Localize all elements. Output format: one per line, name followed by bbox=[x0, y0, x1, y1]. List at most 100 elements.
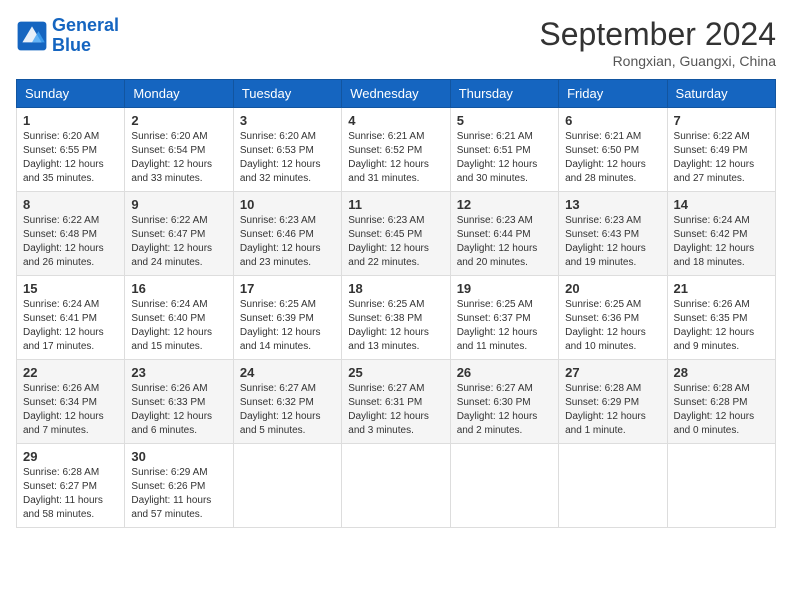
day-info: Sunrise: 6:27 AM Sunset: 6:31 PM Dayligh… bbox=[348, 382, 443, 438]
day-info: Sunrise: 6:28 AM Sunset: 6:29 PM Dayligh… bbox=[565, 382, 660, 438]
calendar-cell: 10 Sunrise: 6:23 AM Sunset: 6:46 PM Dayli… bbox=[233, 192, 341, 276]
calendar-cell: 29 Sunrise: 6:28 AM Sunset: 6:27 PM Dayli… bbox=[17, 444, 125, 528]
day-info: Sunrise: 6:24 AM Sunset: 6:42 PM Dayligh… bbox=[674, 214, 769, 270]
day-number: 24 bbox=[240, 365, 335, 380]
day-of-week-header: Monday bbox=[125, 80, 233, 108]
day-info: Sunrise: 6:21 AM Sunset: 6:50 PM Dayligh… bbox=[565, 130, 660, 186]
day-number: 30 bbox=[131, 449, 226, 464]
logo-text: General Blue bbox=[52, 16, 119, 56]
calendar-cell: 30 Sunrise: 6:29 AM Sunset: 6:26 PM Dayli… bbox=[125, 444, 233, 528]
day-number: 20 bbox=[565, 281, 660, 296]
day-number: 6 bbox=[565, 113, 660, 128]
day-of-week-header: Sunday bbox=[17, 80, 125, 108]
logo-line1: General bbox=[52, 15, 119, 35]
day-number: 12 bbox=[457, 197, 552, 212]
day-number: 28 bbox=[674, 365, 769, 380]
calendar-cell: 16Sunrise: 6:24 AM Sunset: 6:40 PM Dayli… bbox=[125, 276, 233, 360]
calendar-cell: 25 Sunrise: 6:27 AM Sunset: 6:31 PM Dayli… bbox=[342, 360, 450, 444]
day-number: 7 bbox=[674, 113, 769, 128]
day-number: 23 bbox=[131, 365, 226, 380]
calendar-week-row: 15 Sunrise: 6:24 AM Sunset: 6:41 PM Dayli… bbox=[17, 276, 776, 360]
calendar-cell: 8Sunrise: 6:22 AM Sunset: 6:48 PM Daylig… bbox=[17, 192, 125, 276]
day-info: Sunrise: 6:20 AM Sunset: 6:54 PM Dayligh… bbox=[131, 130, 226, 186]
day-number: 19 bbox=[457, 281, 552, 296]
logo: General Blue bbox=[16, 16, 119, 56]
page-header: General Blue September 2024 Rongxian, Gu… bbox=[16, 16, 776, 69]
calendar-cell: 4 Sunrise: 6:21 AM Sunset: 6:52 PM Daylig… bbox=[342, 108, 450, 192]
day-info: Sunrise: 6:24 AM Sunset: 6:40 PM Dayligh… bbox=[131, 298, 226, 354]
calendar-cell: 14Sunrise: 6:24 AM Sunset: 6:42 PM Dayli… bbox=[667, 192, 775, 276]
calendar-cell: 24 Sunrise: 6:27 AM Sunset: 6:32 PM Dayli… bbox=[233, 360, 341, 444]
calendar-cell: 13 Sunrise: 6:23 AM Sunset: 6:43 PM Dayli… bbox=[559, 192, 667, 276]
day-number: 13 bbox=[565, 197, 660, 212]
day-of-week-header: Tuesday bbox=[233, 80, 341, 108]
day-info: Sunrise: 6:23 AM Sunset: 6:46 PM Dayligh… bbox=[240, 214, 335, 270]
day-info: Sunrise: 6:23 AM Sunset: 6:45 PM Dayligh… bbox=[348, 214, 443, 270]
month-title: September 2024 bbox=[539, 16, 776, 53]
calendar-cell: 2 Sunrise: 6:20 AM Sunset: 6:54 PM Daylig… bbox=[125, 108, 233, 192]
day-info: Sunrise: 6:27 AM Sunset: 6:32 PM Dayligh… bbox=[240, 382, 335, 438]
calendar-cell: 27 Sunrise: 6:28 AM Sunset: 6:29 PM Dayli… bbox=[559, 360, 667, 444]
calendar-cell: 21Sunrise: 6:26 AM Sunset: 6:35 PM Dayli… bbox=[667, 276, 775, 360]
calendar-week-row: 1 Sunrise: 6:20 AM Sunset: 6:55 PM Daylig… bbox=[17, 108, 776, 192]
day-number: 8 bbox=[23, 197, 118, 212]
calendar-cell: 3Sunrise: 6:20 AM Sunset: 6:53 PM Daylig… bbox=[233, 108, 341, 192]
day-number: 1 bbox=[23, 113, 118, 128]
day-of-week-header: Friday bbox=[559, 80, 667, 108]
day-number: 18 bbox=[348, 281, 443, 296]
calendar-cell bbox=[342, 444, 450, 528]
day-info: Sunrise: 6:24 AM Sunset: 6:41 PM Dayligh… bbox=[23, 298, 118, 354]
day-number: 27 bbox=[565, 365, 660, 380]
calendar-cell: 1 Sunrise: 6:20 AM Sunset: 6:55 PM Daylig… bbox=[17, 108, 125, 192]
day-info: Sunrise: 6:20 AM Sunset: 6:53 PM Dayligh… bbox=[240, 130, 335, 186]
calendar-cell: 20 Sunrise: 6:25 AM Sunset: 6:36 PM Dayli… bbox=[559, 276, 667, 360]
calendar-cell: 22 Sunrise: 6:26 AM Sunset: 6:34 PM Dayli… bbox=[17, 360, 125, 444]
calendar-header-row: SundayMondayTuesdayWednesdayThursdayFrid… bbox=[17, 80, 776, 108]
calendar-cell: 17Sunrise: 6:25 AM Sunset: 6:39 PM Dayli… bbox=[233, 276, 341, 360]
day-info: Sunrise: 6:20 AM Sunset: 6:55 PM Dayligh… bbox=[23, 130, 118, 186]
calendar-cell: 26 Sunrise: 6:27 AM Sunset: 6:30 PM Dayli… bbox=[450, 360, 558, 444]
day-info: Sunrise: 6:25 AM Sunset: 6:37 PM Dayligh… bbox=[457, 298, 552, 354]
day-number: 5 bbox=[457, 113, 552, 128]
calendar-cell: 12 Sunrise: 6:23 AM Sunset: 6:44 PM Dayli… bbox=[450, 192, 558, 276]
day-number: 9 bbox=[131, 197, 226, 212]
day-number: 26 bbox=[457, 365, 552, 380]
calendar-cell bbox=[559, 444, 667, 528]
day-info: Sunrise: 6:21 AM Sunset: 6:52 PM Dayligh… bbox=[348, 130, 443, 186]
day-of-week-header: Wednesday bbox=[342, 80, 450, 108]
day-of-week-header: Thursday bbox=[450, 80, 558, 108]
day-info: Sunrise: 6:26 AM Sunset: 6:35 PM Dayligh… bbox=[674, 298, 769, 354]
day-info: Sunrise: 6:23 AM Sunset: 6:43 PM Dayligh… bbox=[565, 214, 660, 270]
day-number: 2 bbox=[131, 113, 226, 128]
calendar-cell: 6 Sunrise: 6:21 AM Sunset: 6:50 PM Daylig… bbox=[559, 108, 667, 192]
day-info: Sunrise: 6:28 AM Sunset: 6:28 PM Dayligh… bbox=[674, 382, 769, 438]
calendar-cell: 18Sunrise: 6:25 AM Sunset: 6:38 PM Dayli… bbox=[342, 276, 450, 360]
day-info: Sunrise: 6:28 AM Sunset: 6:27 PM Dayligh… bbox=[23, 466, 118, 522]
day-info: Sunrise: 6:27 AM Sunset: 6:30 PM Dayligh… bbox=[457, 382, 552, 438]
day-info: Sunrise: 6:25 AM Sunset: 6:36 PM Dayligh… bbox=[565, 298, 660, 354]
day-number: 11 bbox=[348, 197, 443, 212]
calendar-cell: 9 Sunrise: 6:22 AM Sunset: 6:47 PM Daylig… bbox=[125, 192, 233, 276]
calendar-week-row: 22 Sunrise: 6:26 AM Sunset: 6:34 PM Dayli… bbox=[17, 360, 776, 444]
calendar-table: SundayMondayTuesdayWednesdayThursdayFrid… bbox=[16, 79, 776, 528]
day-info: Sunrise: 6:26 AM Sunset: 6:34 PM Dayligh… bbox=[23, 382, 118, 438]
day-info: Sunrise: 6:22 AM Sunset: 6:47 PM Dayligh… bbox=[131, 214, 226, 270]
logo-line2: Blue bbox=[52, 35, 91, 55]
day-number: 25 bbox=[348, 365, 443, 380]
calendar-cell: 15 Sunrise: 6:24 AM Sunset: 6:41 PM Dayli… bbox=[17, 276, 125, 360]
calendar-cell bbox=[233, 444, 341, 528]
day-number: 29 bbox=[23, 449, 118, 464]
day-number: 4 bbox=[348, 113, 443, 128]
day-info: Sunrise: 6:25 AM Sunset: 6:39 PM Dayligh… bbox=[240, 298, 335, 354]
calendar-week-row: 29 Sunrise: 6:28 AM Sunset: 6:27 PM Dayli… bbox=[17, 444, 776, 528]
day-number: 15 bbox=[23, 281, 118, 296]
day-info: Sunrise: 6:23 AM Sunset: 6:44 PM Dayligh… bbox=[457, 214, 552, 270]
calendar-cell: 7Sunrise: 6:22 AM Sunset: 6:49 PM Daylig… bbox=[667, 108, 775, 192]
day-info: Sunrise: 6:29 AM Sunset: 6:26 PM Dayligh… bbox=[131, 466, 226, 522]
calendar-cell bbox=[450, 444, 558, 528]
day-number: 22 bbox=[23, 365, 118, 380]
day-info: Sunrise: 6:21 AM Sunset: 6:51 PM Dayligh… bbox=[457, 130, 552, 186]
day-number: 10 bbox=[240, 197, 335, 212]
day-info: Sunrise: 6:26 AM Sunset: 6:33 PM Dayligh… bbox=[131, 382, 226, 438]
title-block: September 2024 Rongxian, Guangxi, China bbox=[539, 16, 776, 69]
